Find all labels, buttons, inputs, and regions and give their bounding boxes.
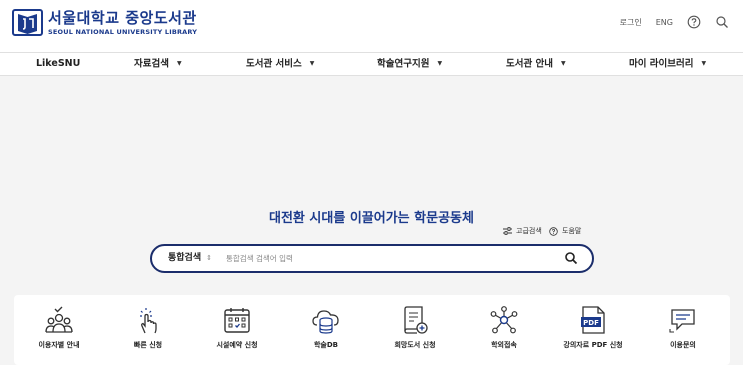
nav-label: 도서관 안내 <box>506 58 554 70</box>
nav-item-services[interactable]: 도서관 서비스 ▼ <box>246 53 314 75</box>
quick-item-label: 시설예약 신청 <box>216 341 258 349</box>
book-add-icon <box>404 306 428 334</box>
library-emblem-icon <box>12 9 43 36</box>
quick-item-academic-db[interactable]: 학술DB <box>281 295 371 365</box>
help-icon <box>549 226 558 236</box>
nav-label: 마이 라이브러리 <box>629 58 694 70</box>
quick-menu: 이용자별 안내 빠른 신청 시설예약 신청 학술DB 희망도서 신청 학외접속 … <box>14 295 730 365</box>
caret-down-icon: ▼ <box>309 60 315 67</box>
nav-item-search[interactable]: 자료검색 ▼ <box>134 53 182 75</box>
sort-arrows-icon: ⇕ <box>206 254 212 262</box>
caret-down-icon: ▼ <box>561 60 566 67</box>
nav-item-mylibrary[interactable]: 마이 라이브러리 ▼ <box>629 53 706 75</box>
language-link[interactable]: ENG <box>656 18 673 27</box>
utility-menu: 로그인 ENG <box>606 15 729 29</box>
nav-item-about[interactable]: 도서관 안내 ▼ <box>506 53 566 75</box>
tap-hand-icon <box>140 308 157 334</box>
chat-icon <box>669 309 695 333</box>
quick-item-book-request[interactable]: 희망도서 신청 <box>370 295 460 365</box>
search-input[interactable] <box>226 249 556 267</box>
quick-item-facility-reservation[interactable]: 시설예약 신청 <box>192 295 282 365</box>
nav-label: 도서관 서비스 <box>246 58 302 70</box>
users-icon <box>45 306 73 333</box>
quick-item-inquiry[interactable]: 이용문의 <box>638 295 728 365</box>
sliders-icon <box>503 227 512 235</box>
library-logo[interactable]: 서울대학교 중앙도서관 SEOUL NATIONAL UNIVERSITY LI… <box>12 9 197 36</box>
caret-down-icon: ▼ <box>437 60 443 67</box>
help-link[interactable]: 도움말 <box>549 226 581 236</box>
logo-korean-text: 서울대학교 중앙도서관 <box>48 8 197 27</box>
quick-item-user-guide[interactable]: 이용자별 안내 <box>14 295 104 365</box>
advanced-search-label: 고급검색 <box>516 227 542 235</box>
help-icon[interactable] <box>687 15 701 29</box>
network-icon <box>490 306 518 334</box>
main-navigation: LikeSNU 자료검색 ▼ 도서관 서비스 ▼ 학술연구지원 ▼ 도서관 안내 ▼ 마… <box>0 52 743 76</box>
advanced-search-link[interactable]: 고급검색 <box>503 226 542 236</box>
pdf-file-icon: PDF <box>581 306 605 334</box>
logo-english-text: SEOUL NATIONAL UNIVERSITY LIBRARY <box>48 27 198 36</box>
quick-item-label: 빠른 신청 <box>133 341 163 349</box>
search-type-label: 통합검색 <box>168 253 202 263</box>
quick-item-pdf-request[interactable]: PDF 강의자료 PDF 신청 <box>548 295 638 365</box>
cloud-database-icon <box>312 310 339 334</box>
quick-item-label: 학외접속 <box>491 341 517 349</box>
quick-item-quick-request[interactable]: 빠른 신청 <box>103 295 193 365</box>
search-icon[interactable] <box>715 15 729 29</box>
quick-item-label: 학술DB <box>313 341 339 349</box>
search-submit-icon[interactable] <box>564 251 578 265</box>
help-label: 도움말 <box>562 227 582 235</box>
nav-label: LikeSNU <box>36 58 81 69</box>
site-header: 서울대학교 중앙도서관 SEOUL NATIONAL UNIVERSITY LI… <box>0 0 743 52</box>
search-type-select[interactable]: 통합검색 ⇕ <box>168 246 212 270</box>
quick-item-label: 이용자별 안내 <box>38 341 80 349</box>
login-link[interactable]: 로그인 <box>620 17 642 28</box>
quick-item-label: 이용문의 <box>670 341 696 349</box>
caret-down-icon: ▼ <box>701 60 707 67</box>
svg-text:PDF: PDF <box>583 319 599 327</box>
quick-item-label: 희망도서 신청 <box>394 341 436 349</box>
caret-down-icon: ▼ <box>176 60 182 67</box>
calendar-icon <box>224 308 250 333</box>
nav-item-research[interactable]: 학술연구지원 ▼ <box>377 53 442 75</box>
nav-label: 자료검색 <box>134 58 169 70</box>
search-bar: 통합검색 ⇕ <box>150 244 594 273</box>
quick-item-remote-access[interactable]: 학외접속 <box>459 295 549 365</box>
nav-label: 학술연구지원 <box>377 58 430 70</box>
nav-item-likesnu[interactable]: LikeSNU <box>36 53 80 75</box>
quick-item-label: 강의자료 PDF 신청 <box>563 341 623 349</box>
hero-title: 대전환 시대를 이끌어가는 학문공동체 <box>269 211 474 226</box>
